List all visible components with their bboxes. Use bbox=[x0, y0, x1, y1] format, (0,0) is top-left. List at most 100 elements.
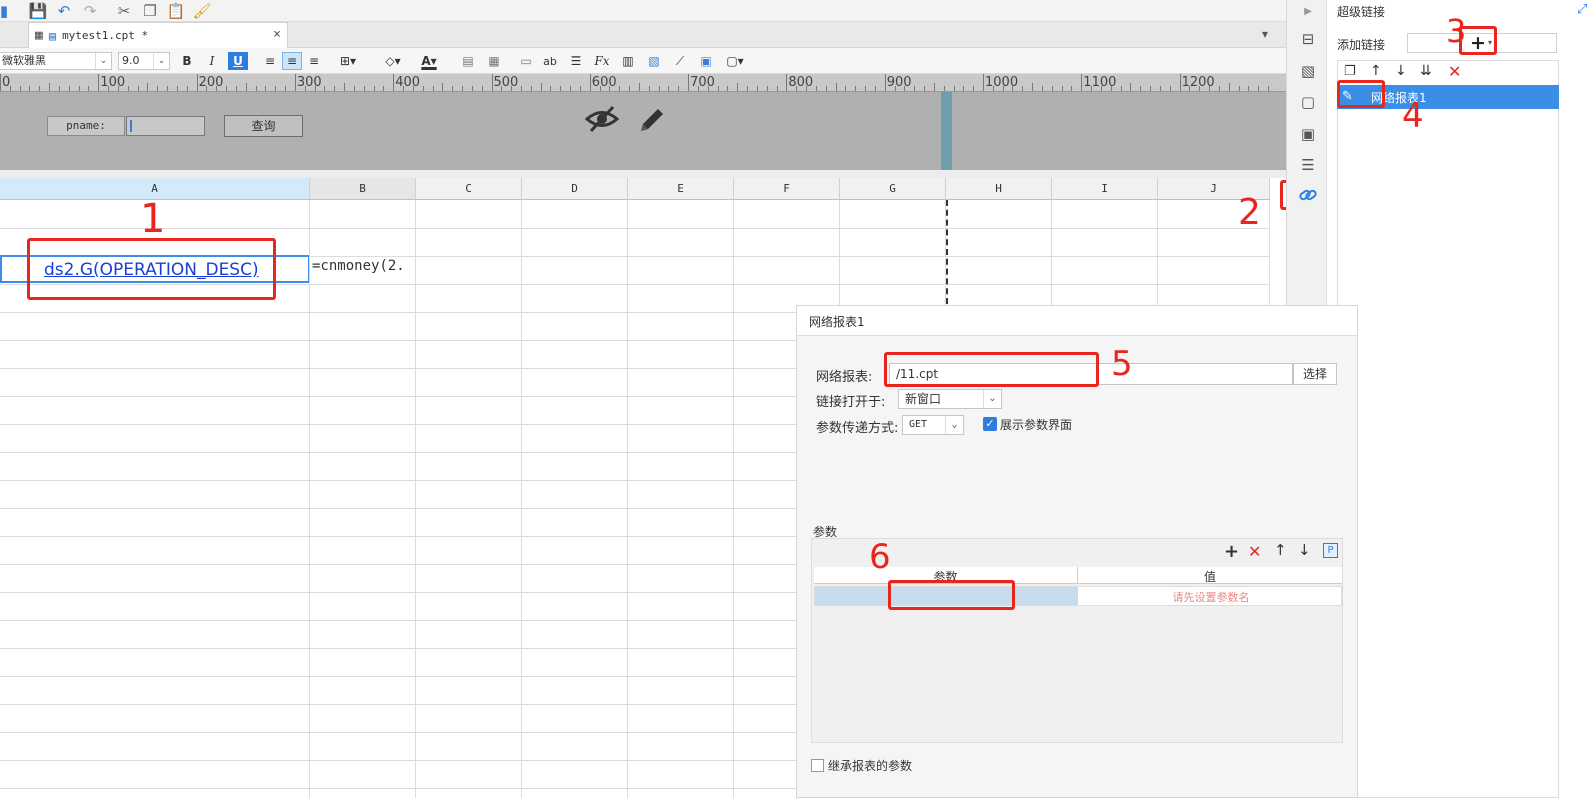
ruler-tick bbox=[137, 86, 139, 91]
show-params-checkbox[interactable]: ✓ bbox=[983, 417, 997, 431]
ruler-tick bbox=[904, 86, 906, 91]
expand-icon[interactable]: ▶ bbox=[1297, 0, 1319, 22]
inherit-params-checkbox[interactable] bbox=[811, 759, 824, 772]
app-icon: ▮ bbox=[0, 2, 9, 20]
plus-icon[interactable]: + bbox=[1224, 541, 1239, 562]
hyperlink-icon[interactable] bbox=[1297, 184, 1319, 206]
query-button[interactable]: 查询 bbox=[224, 115, 303, 137]
ruler: 0 100 200 300 400 500 600 700 800 900 1000 1100 1200 bbox=[0, 74, 1286, 92]
ruler-tick bbox=[255, 86, 257, 91]
bold-button[interactable]: B bbox=[177, 52, 197, 70]
align-left-icon[interactable]: ≡ bbox=[260, 52, 280, 70]
ruler-tick bbox=[462, 86, 463, 91]
condition-icon[interactable]: ☰ bbox=[1297, 154, 1319, 176]
pname-label: pname: bbox=[47, 116, 125, 136]
redo-icon[interactable]: ↷ bbox=[80, 1, 100, 21]
ruler-tick bbox=[167, 86, 169, 91]
ruler-tick bbox=[1159, 86, 1161, 91]
open-in-select[interactable]: 新窗口 ⌄ bbox=[898, 389, 1002, 409]
hyperlink-panel: 超级链接 ⤢ 添加链接 + ▾ ❐ ↑ ↓ ⇊ ✕ ✎ 网络报表1 bbox=[1326, 0, 1594, 798]
textfield-icon[interactable]: ▭ bbox=[516, 52, 536, 70]
unmerge-cells-icon[interactable]: ▦ bbox=[484, 52, 504, 70]
ruler-tick bbox=[235, 86, 237, 91]
choose-button[interactable]: 选择 bbox=[1293, 363, 1337, 385]
grid-column-line bbox=[627, 200, 628, 798]
tab-mytest1[interactable]: ▦ ▤ mytest1.cpt * × bbox=[28, 22, 288, 48]
page-break-bar[interactable] bbox=[941, 92, 952, 170]
method-value: GET bbox=[909, 419, 928, 430]
more-icon[interactable]: ▢▾ bbox=[722, 52, 748, 70]
move-bottom-icon[interactable]: ⇊ bbox=[1420, 63, 1432, 79]
cut-icon[interactable]: ✂ bbox=[114, 1, 134, 21]
method-select[interactable]: GET ⌄ bbox=[902, 415, 964, 435]
arrow-down-icon[interactable]: ↓ bbox=[1395, 63, 1407, 79]
copy-icon[interactable]: ❐ bbox=[140, 1, 160, 21]
merge-cells-icon[interactable]: ▤ bbox=[458, 52, 478, 70]
column-header-f[interactable]: F bbox=[734, 178, 840, 200]
ruler-tick bbox=[983, 74, 984, 91]
italic-button[interactable]: I bbox=[202, 52, 222, 70]
subreport-icon[interactable]: ▣ bbox=[696, 52, 716, 70]
parameter-pane: pname: 查询 bbox=[0, 92, 1286, 170]
image-icon[interactable]: ▧ bbox=[644, 52, 664, 70]
align-center-icon[interactable]: ≡ bbox=[282, 52, 302, 70]
border-icon[interactable]: ⊞▾ bbox=[338, 52, 358, 70]
arrow-up-icon[interactable]: ↑ bbox=[1274, 541, 1287, 559]
chart-icon[interactable]: ▥ bbox=[618, 52, 638, 70]
undo-icon[interactable]: ↶ bbox=[54, 1, 74, 21]
column-header-g[interactable]: G bbox=[840, 178, 946, 200]
ruler-tick bbox=[835, 83, 837, 91]
column-header-b[interactable]: B bbox=[310, 178, 416, 200]
pencil-icon[interactable] bbox=[636, 104, 668, 139]
ruler-tick bbox=[432, 86, 434, 91]
font-name-value: 微软雅黑 bbox=[2, 54, 46, 67]
delete-icon[interactable]: ✕ bbox=[1448, 62, 1461, 81]
cell-attributes-icon[interactable]: ▧ bbox=[1297, 60, 1319, 82]
ruler-tick bbox=[1228, 83, 1230, 91]
paragraph-icon[interactable]: ☰ bbox=[566, 52, 586, 70]
save-icon[interactable]: 💾 bbox=[28, 1, 48, 21]
dock-icon[interactable]: ⤢ bbox=[1577, 2, 1587, 17]
format-painter-icon[interactable]: 🖌 bbox=[192, 1, 212, 21]
underline-button[interactable]: U bbox=[228, 52, 248, 70]
eye-hidden-icon[interactable] bbox=[584, 104, 620, 141]
widget-icon[interactable]: ▣ bbox=[1297, 123, 1319, 145]
ruler-tick bbox=[540, 83, 542, 91]
delete-icon[interactable]: ✕ bbox=[1248, 542, 1261, 561]
grid-column-line bbox=[521, 200, 522, 798]
column-header-i[interactable]: I bbox=[1052, 178, 1158, 200]
method-label: 参数传递方式: bbox=[816, 421, 899, 436]
slash-icon[interactable]: ⟋ bbox=[670, 52, 690, 70]
ruler-label: 400 bbox=[395, 75, 421, 90]
ruler-tick bbox=[1071, 86, 1073, 91]
font-size-select[interactable]: 9.0 ⌄ bbox=[118, 52, 170, 70]
formula-icon[interactable]: Fx bbox=[592, 52, 612, 70]
align-right-icon[interactable]: ≡ bbox=[304, 52, 324, 70]
ruler-tick bbox=[49, 83, 51, 91]
column-header-e[interactable]: E bbox=[628, 178, 734, 200]
param-value-cell[interactable]: 请先设置参数名 bbox=[1079, 589, 1343, 605]
column-header-c[interactable]: C bbox=[416, 178, 522, 200]
annotation-3: 3 bbox=[1446, 12, 1467, 50]
font-name-select[interactable]: 微软雅黑 ⌄ bbox=[0, 52, 112, 70]
ruler-tick bbox=[373, 86, 375, 91]
ruler-tick bbox=[1268, 86, 1270, 91]
cell-properties-icon[interactable]: ⊟ bbox=[1297, 28, 1319, 50]
ruler-tick bbox=[304, 86, 306, 91]
pname-input[interactable] bbox=[126, 116, 205, 136]
fill-color-icon[interactable]: ◇▾ bbox=[380, 52, 406, 70]
report-label: 网络报表: bbox=[816, 370, 873, 385]
copy-icon[interactable]: ❐ bbox=[1344, 64, 1356, 79]
close-icon[interactable]: × bbox=[273, 27, 281, 42]
frame-icon[interactable]: ▢ bbox=[1297, 91, 1319, 113]
arrow-down-icon[interactable]: ↓ bbox=[1298, 541, 1311, 559]
collapse-icon[interactable]: ▾ bbox=[1262, 27, 1268, 41]
font-color-icon[interactable]: A▾ bbox=[414, 52, 444, 70]
parameter-icon[interactable]: P bbox=[1323, 543, 1338, 558]
text-icon[interactable]: ab bbox=[540, 52, 560, 70]
column-header-d[interactable]: D bbox=[522, 178, 628, 200]
paste-icon[interactable]: 📋 bbox=[166, 1, 186, 21]
column-header-h[interactable]: H bbox=[946, 178, 1052, 200]
arrow-up-icon[interactable]: ↑ bbox=[1370, 63, 1382, 79]
annotation-box-6 bbox=[888, 580, 1015, 610]
